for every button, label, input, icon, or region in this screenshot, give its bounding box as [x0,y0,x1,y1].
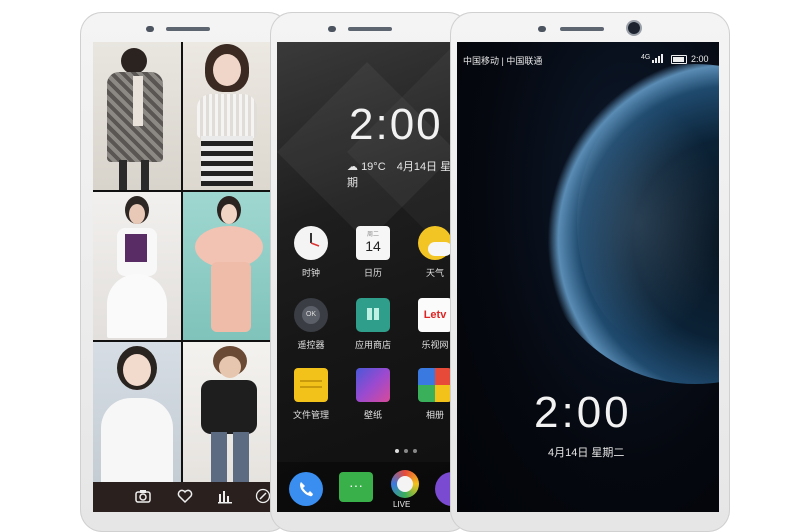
weather-icon [418,226,452,260]
bars-icon[interactable] [217,488,233,504]
app-label: 遥控器 [297,340,325,350]
remote-ok-badge: OK [302,306,320,324]
weather-widget[interactable]: ☁ 19°C 4月14日 星期 [347,158,457,190]
calendar-day: 14 [365,238,381,254]
folder-icon [294,368,328,402]
app-files[interactable]: 文件管理 [289,368,333,421]
earpiece-speaker [560,27,604,31]
app-label: 应用商店 [354,340,391,350]
signal-icon [652,54,666,65]
gallery-toolbar [93,482,273,512]
lock-clock: 2:00 [534,388,632,437]
lock-screen: 中国移动 | 中国联通 4G 2:00 2:00 4月14日 星期二 [457,42,719,512]
remote-icon: OK [294,298,328,332]
status-bar: 中国移动 | 中国联通 4G 2:00 [457,42,719,72]
carrier-text: 中国移动 | 中国联通 [463,56,543,66]
lock-date: 4月14日 星期二 [548,447,625,459]
live-icon[interactable] [391,470,419,498]
app-label: 时钟 [301,268,320,278]
network-type: 4G [641,54,651,61]
gallery-screen [93,42,273,512]
proximity-sensor [146,26,154,32]
planet-glow [577,102,719,342]
live-label: LIVE [393,500,411,509]
brush-icon[interactable] [255,488,271,504]
store-icon [356,298,390,332]
gallery-photo[interactable] [93,192,181,340]
cloud-sun-icon: ☁ [347,161,358,173]
camera-icon[interactable] [135,488,151,504]
app-store[interactable]: 应用商店 [351,298,395,351]
page-indicator[interactable] [395,440,422,458]
heart-icon[interactable] [177,488,193,504]
proximity-sensor [328,26,336,32]
temperature: 19°C [361,161,386,173]
app-label: 壁纸 [363,410,382,420]
home-screen: 2:00 ☁ 19°C 4月14日 星期 时钟 周二 14 日历 天气 OK 遥… [277,42,457,512]
gallery-photo[interactable] [183,342,273,482]
dock: ··· LIVE [277,462,457,512]
battery-icon [671,55,687,64]
gallery-photo[interactable] [93,42,181,190]
app-calendar[interactable]: 周二 14 日历 [351,226,395,279]
app-label: 日历 [363,268,382,278]
status-time: 2:00 [691,54,709,64]
messages-icon[interactable]: ··· [339,472,373,502]
earpiece-speaker [348,27,392,31]
gallery-photo[interactable] [183,42,273,190]
app-wallpaper[interactable]: 壁纸 [351,368,395,421]
app-clock[interactable]: 时钟 [289,226,333,279]
calendar-icon: 周二 14 [356,226,390,260]
letv-icon: Letv [418,298,452,332]
album-icon [418,368,452,402]
calendar-weekday: 周二 [366,232,379,238]
front-camera [628,22,640,34]
home-clock: 2:00 [349,100,443,149]
proximity-sensor [538,26,546,32]
app-remote[interactable]: OK 遥控器 [289,298,333,351]
earpiece-speaker [166,27,210,31]
gallery-photo[interactable] [93,342,181,482]
wallpaper-icon [356,368,390,402]
app-label: 文件管理 [292,410,329,420]
phone-icon[interactable] [289,472,323,506]
gallery-photo[interactable] [183,192,273,340]
clock-icon [294,226,328,260]
